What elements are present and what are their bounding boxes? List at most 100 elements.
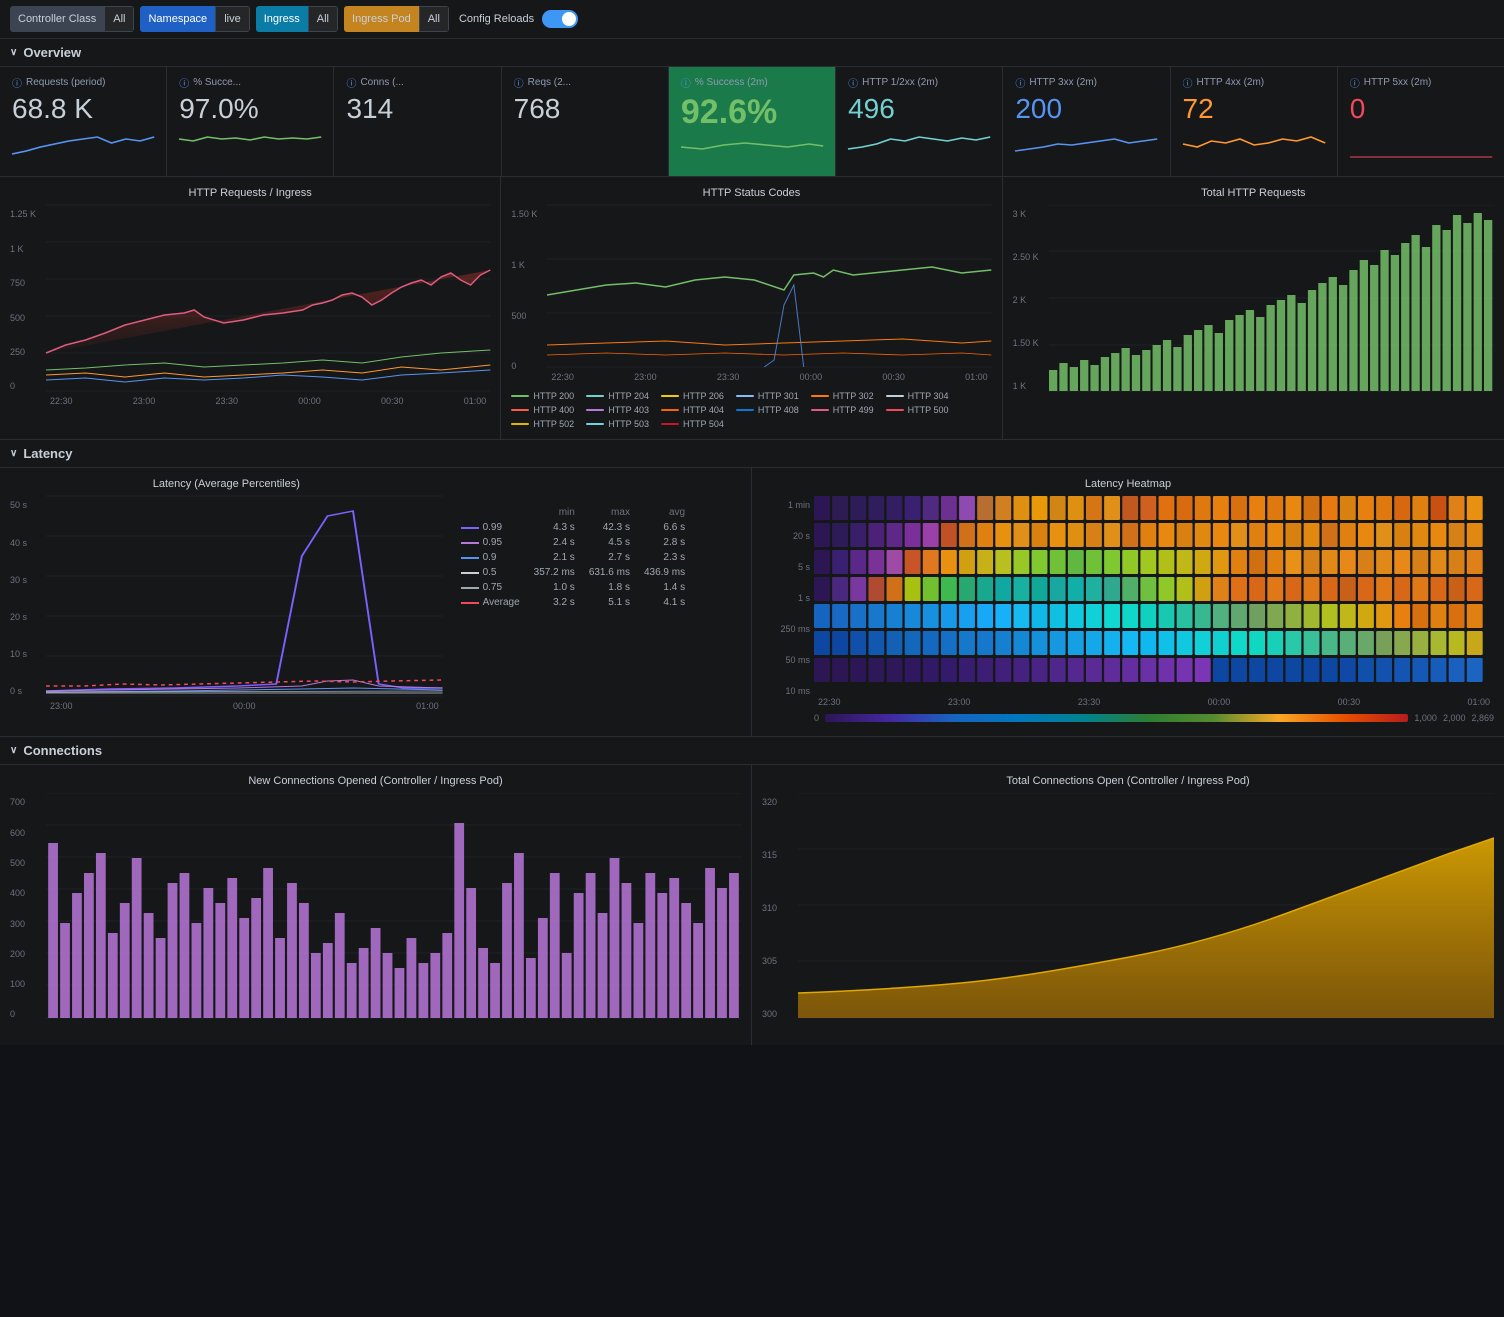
y-tc-2: 310 xyxy=(762,903,794,913)
heatmap-svg xyxy=(814,496,1494,691)
y-tc-1: 315 xyxy=(762,850,794,860)
toggle-label: Config Reloads xyxy=(459,13,534,25)
stat-title-3: Reqs (2... xyxy=(528,77,571,88)
y-lp-0: 50 s xyxy=(10,500,42,510)
x-hm-2: 23:30 xyxy=(1078,697,1101,707)
overview-section-header[interactable]: ∨ Overview xyxy=(0,39,1504,67)
y-hm-5: 50 ms xyxy=(762,655,810,665)
latency-table: min max avg 0.99 4.3 s 42.3 s 6.6 s xyxy=(453,504,694,611)
total-connections-svg xyxy=(798,793,1494,1018)
stat-http-4xx: ⓘ HTTP 4xx (2m) 72 xyxy=(1171,67,1338,176)
config-reloads-toggle[interactable] xyxy=(542,10,578,28)
status-legend: HTTP 200 HTTP 204 HTTP 206 HTTP 301 HTTP… xyxy=(511,391,991,429)
overview-section-label: Overview xyxy=(23,45,81,60)
latency-percentiles-svg xyxy=(46,496,443,696)
y-tc-3: 305 xyxy=(762,956,794,966)
x-label-hr-5: 01:00 xyxy=(464,396,487,406)
y-nc-4: 300 xyxy=(10,919,42,929)
y-nc-2: 500 xyxy=(10,858,42,868)
x-hm-5: 01:00 xyxy=(1467,697,1490,707)
stat-conns: ⓘ Conns (... 314 xyxy=(334,67,501,176)
filter-controller-class[interactable]: Controller Class All xyxy=(10,6,134,32)
legend-404: HTTP 404 xyxy=(661,405,724,415)
lt-header-min: min xyxy=(528,506,581,519)
y-hm-3: 1 s xyxy=(762,593,810,603)
y-tc-0: 320 xyxy=(762,797,794,807)
filter-value-controller[interactable]: All xyxy=(104,6,134,32)
lt-avg-avg: 4.1 s xyxy=(638,596,691,609)
stat-info-icon-5[interactable]: ⓘ xyxy=(848,75,858,90)
legend-503: HTTP 503 xyxy=(586,419,649,429)
new-connections-svg xyxy=(46,793,741,1018)
stat-info-icon-6[interactable]: ⓘ xyxy=(1015,75,1025,90)
filter-ingress[interactable]: Ingress All xyxy=(256,6,338,32)
filter-value-ingress[interactable]: All xyxy=(308,6,338,32)
latency-section-header[interactable]: ∨ Latency xyxy=(0,440,1504,468)
stat-info-icon-2[interactable]: ⓘ xyxy=(346,75,356,90)
stat-info-icon-1[interactable]: ⓘ xyxy=(179,75,189,90)
spark-1 xyxy=(179,129,321,159)
lt-label-095: 0.95 xyxy=(483,537,502,548)
y-label-hr-2: 750 xyxy=(10,278,42,288)
y-hs-0: 1.50 K xyxy=(511,209,543,219)
x-hm-0: 22:30 xyxy=(818,697,841,707)
x-hm-3: 00:00 xyxy=(1208,697,1231,707)
filter-value-namespace[interactable]: live xyxy=(215,6,250,32)
stat-info-icon-3[interactable]: ⓘ xyxy=(514,75,524,90)
legend-403: HTTP 403 xyxy=(586,405,649,415)
filter-ingress-pod[interactable]: Ingress Pod All xyxy=(344,6,449,32)
y-th-2: 2 K xyxy=(1013,295,1045,305)
x-lp-0: 23:00 xyxy=(50,701,73,711)
new-connections-title: New Connections Opened (Controller / Ing… xyxy=(10,775,741,787)
y-hm-6: 10 ms xyxy=(762,686,810,696)
legend-304: HTTP 304 xyxy=(886,391,949,401)
stat-reqs: ⓘ Reqs (2... 768 xyxy=(502,67,669,176)
stat-info-icon-7[interactable]: ⓘ xyxy=(1183,75,1193,90)
stat-info-icon-4[interactable]: ⓘ xyxy=(681,75,691,90)
filter-namespace[interactable]: Namespace live xyxy=(140,6,249,32)
lt-avg-095: 2.8 s xyxy=(638,536,691,549)
connections-grid: New Connections Opened (Controller / Ing… xyxy=(0,765,1504,1045)
y-label-hr-0: 1.25 K xyxy=(10,209,42,219)
gradient-min: 0 xyxy=(814,713,819,723)
filter-label-ingress: Ingress xyxy=(256,6,308,32)
chart-http-requests: HTTP Requests / Ingress 1.25 K 1 K 750 5… xyxy=(0,177,501,439)
stat-http-5xx: ⓘ HTTP 5xx (2m) 0 xyxy=(1338,67,1504,176)
lt-max-05: 631.6 ms xyxy=(583,566,636,579)
filter-value-ingress-pod[interactable]: All xyxy=(419,6,449,32)
lt-row-05: 0.5 357.2 ms 631.6 ms 436.9 ms xyxy=(455,566,692,579)
lt-max-099: 42.3 s xyxy=(583,521,636,534)
config-reloads-toggle-wrap: Config Reloads xyxy=(459,10,578,28)
chart-total-connections: Total Connections Open (Controller / Ing… xyxy=(752,765,1504,1045)
x-hm-1: 23:00 xyxy=(948,697,971,707)
stat-requests-period: ⓘ Requests (period) 68.8 K xyxy=(0,67,167,176)
stat-value-4: 92.6% xyxy=(681,94,823,131)
chart-http-requests-title: HTTP Requests / Ingress xyxy=(10,187,490,199)
y-th-3: 1.50 K xyxy=(1013,338,1045,348)
connections-section-header[interactable]: ∨ Connections xyxy=(0,737,1504,765)
y-tc-4: 300 xyxy=(762,1009,794,1019)
stat-value-7: 72 xyxy=(1183,94,1325,125)
connections-section-label: Connections xyxy=(23,743,102,758)
stat-info-icon-8[interactable]: ⓘ xyxy=(1350,75,1360,90)
y-hs-2: 500 xyxy=(511,311,543,321)
x-label-hs-1: 23:00 xyxy=(634,372,657,382)
stat-success-pct: ⓘ % Succe... 97.0% xyxy=(167,67,334,176)
y-lp-1: 40 s xyxy=(10,538,42,548)
stat-title-7: HTTP 4xx (2m) xyxy=(1197,77,1265,88)
y-lp-3: 20 s xyxy=(10,612,42,622)
lt-max-075: 1.8 s xyxy=(583,581,636,594)
y-lp-4: 10 s xyxy=(10,649,42,659)
y-hm-0: 1 min xyxy=(762,500,810,510)
lt-header-max: max xyxy=(583,506,636,519)
stat-info-icon-0[interactable]: ⓘ xyxy=(12,75,22,90)
latency-percentiles-title: Latency (Average Percentiles) xyxy=(10,478,443,490)
y-nc-0: 700 xyxy=(10,797,42,807)
stat-http-3xx: ⓘ HTTP 3xx (2m) 200 xyxy=(1003,67,1170,176)
stat-title-0: Requests (period) xyxy=(26,77,105,88)
spark-6 xyxy=(1015,129,1157,159)
lt-label-075: 0.75 xyxy=(483,582,502,593)
y-lp-5: 0 s xyxy=(10,686,42,696)
y-th-4: 1 K xyxy=(1013,381,1045,391)
chart-http-svg xyxy=(46,205,490,391)
